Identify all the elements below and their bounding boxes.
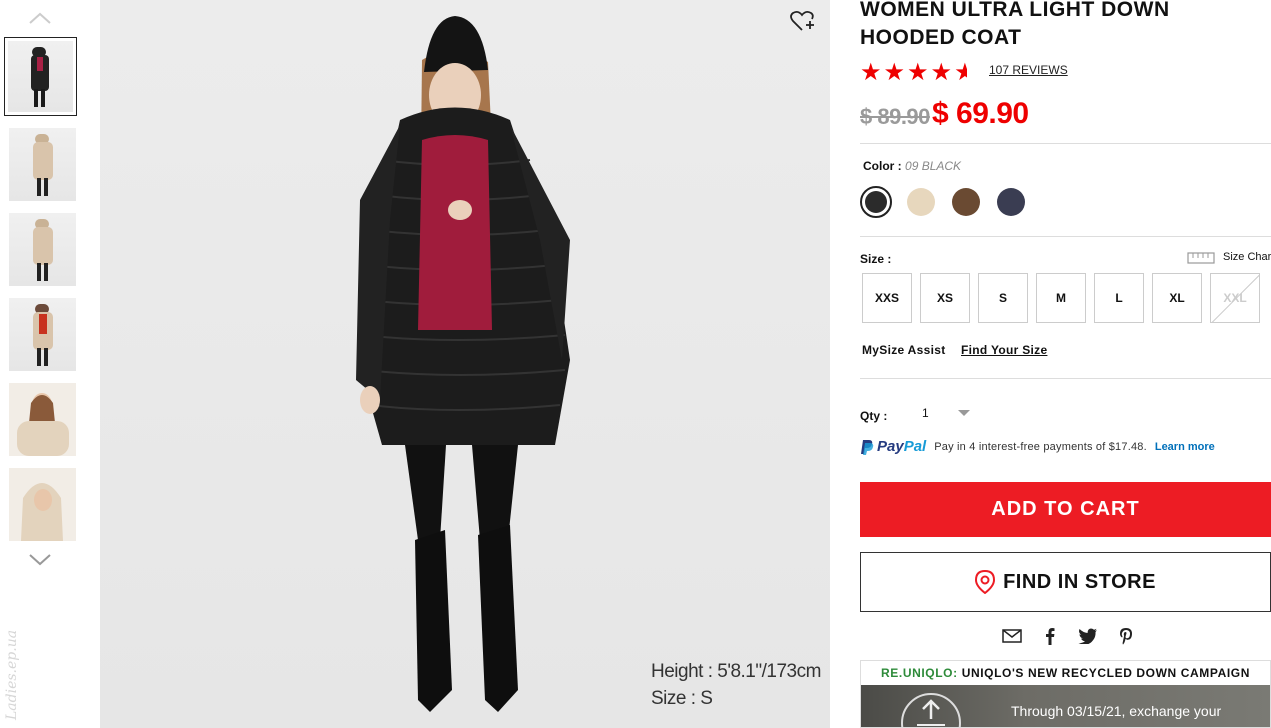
thumbnail-6[interactable] — [9, 468, 76, 541]
paypal-learn-more-link[interactable]: Learn more — [1155, 441, 1215, 453]
thumbnail-image — [9, 213, 76, 286]
original-price: $ 89.90 — [860, 104, 930, 129]
star-half-icon: ★ — [954, 59, 976, 86]
add-to-cart-button[interactable]: ADD TO CART — [860, 482, 1271, 537]
email-icon[interactable] — [1002, 625, 1022, 647]
paypal-text: Pay in 4 interest-free payments of $17.4… — [934, 440, 1147, 453]
mysize-assist-label: MySize Assist — [862, 343, 946, 357]
find-your-size-link[interactable]: Find Your Size — [961, 343, 1047, 357]
paypal-icon — [861, 439, 874, 455]
size-chart-label: Size Chart — [1223, 251, 1271, 263]
star-icon: ★ — [907, 59, 929, 86]
product-panel: WOMEN ULTRA LIGHT DOWN HOODED COAT ★ ★ ★… — [860, 0, 1271, 728]
size-m[interactable]: M — [1036, 273, 1086, 323]
campaign-text: Through 03/15/21, exchange your — [1011, 703, 1222, 719]
swatch-brown[interactable] — [952, 188, 980, 216]
twitter-icon[interactable] — [1078, 625, 1098, 647]
swatch-fill — [865, 191, 887, 213]
reviews-link[interactable]: 107 REVIEWS — [989, 63, 1068, 77]
qty-label: Qty : — [860, 409, 888, 423]
divider — [860, 143, 1271, 144]
find-in-store-label: FIND IN STORE — [1003, 570, 1156, 593]
star-icon: ★ — [883, 59, 906, 86]
rating-stars: ★ ★ ★ ★ ★ — [860, 61, 976, 85]
campaign-title: RE.UNIQLO: UNIQLO'S NEW RECYCLED DOWN CA… — [861, 661, 1270, 685]
recycled-down-campaign[interactable]: RE.UNIQLO: UNIQLO'S NEW RECYCLED DOWN CA… — [860, 660, 1271, 728]
swatch-navy[interactable] — [997, 188, 1025, 216]
location-pin-icon — [975, 570, 996, 594]
model-info: Height : 5'8.1"/173cm Size : S — [651, 658, 821, 712]
thumbnail-5[interactable] — [9, 383, 76, 456]
watermark: Ladies.ep.ua — [4, 629, 20, 720]
star-icon: ★ — [860, 59, 882, 86]
wishlist-heart-icon[interactable] — [790, 10, 816, 32]
paypal-brand-pay: Pay — [877, 438, 904, 455]
thumbnail-image — [9, 128, 76, 201]
color-value: 09 BLACK — [905, 159, 962, 173]
model-height: Height : 5'8.1"/173cm — [651, 661, 821, 682]
size-s[interactable]: S — [978, 273, 1028, 323]
thumbnail-1[interactable] — [4, 37, 77, 116]
paypal-logo: Pay Pal — [860, 438, 926, 455]
main-product-image: Height : 5'8.1"/173cm Size : S — [100, 0, 830, 728]
thumbnail-2[interactable] — [9, 128, 76, 201]
size-xxl-unavailable: XXL — [1210, 273, 1260, 323]
divider — [860, 378, 1271, 379]
product-title-line2: HOODED COAT — [860, 26, 1022, 49]
qty-value: 1 — [922, 406, 929, 420]
model-illustration — [356, 16, 570, 712]
thumbnail-image — [9, 383, 76, 456]
campaign-brand: RE.UNIQLO: — [881, 666, 958, 680]
pinterest-icon[interactable] — [1116, 625, 1136, 647]
qty-select[interactable]: 1 — [916, 402, 970, 424]
swatch-beige[interactable] — [907, 188, 935, 216]
sale-price: $ 69.90 — [932, 97, 1029, 130]
size-chart-link[interactable]: Size Chart — [1187, 250, 1271, 264]
star-icon: ★ — [930, 59, 953, 86]
size-xs[interactable]: XS — [920, 273, 970, 323]
recycle-logo-icon — [901, 693, 961, 727]
thumbnail-image — [9, 298, 76, 371]
thumbnail-3[interactable] — [9, 213, 76, 286]
model-size: Size : S — [651, 688, 713, 709]
color-label-text: Color : — [863, 159, 902, 173]
color-label: Color : 09 BLACK — [863, 159, 961, 173]
thumbnail-image — [9, 468, 76, 541]
thumbnail-rail: Ladies.ep.ua — [0, 0, 100, 728]
ruler-icon — [1187, 252, 1215, 264]
share-icons — [1002, 625, 1136, 647]
chevron-down-icon[interactable] — [28, 552, 52, 568]
find-in-store-button[interactable]: FIND IN STORE — [860, 552, 1271, 612]
divider — [860, 236, 1271, 237]
thumbnail-4[interactable] — [9, 298, 76, 371]
facebook-icon[interactable] — [1040, 625, 1060, 647]
paypal-installments: Pay Pal Pay in 4 interest-free payments o… — [860, 438, 1215, 455]
campaign-banner: Through 03/15/21, exchange your — [861, 685, 1270, 727]
size-l[interactable]: L — [1094, 273, 1144, 323]
chevron-down-icon — [958, 410, 970, 416]
campaign-title-text: UNIQLO'S NEW RECYCLED DOWN CAMPAIGN — [961, 666, 1250, 680]
thumbnail-image — [8, 41, 73, 112]
paypal-brand-pal: Pal — [903, 438, 927, 455]
product-title-line1: WOMEN ULTRA LIGHT DOWN — [860, 0, 1170, 21]
size-xl[interactable]: XL — [1152, 273, 1202, 323]
swatch-black[interactable] — [860, 186, 892, 218]
size-label: Size : — [860, 252, 892, 266]
chevron-up-icon[interactable] — [28, 10, 52, 26]
size-xxs[interactable]: XXS — [862, 273, 912, 323]
product-title: WOMEN ULTRA LIGHT DOWN HOODED COAT — [860, 0, 1271, 52]
